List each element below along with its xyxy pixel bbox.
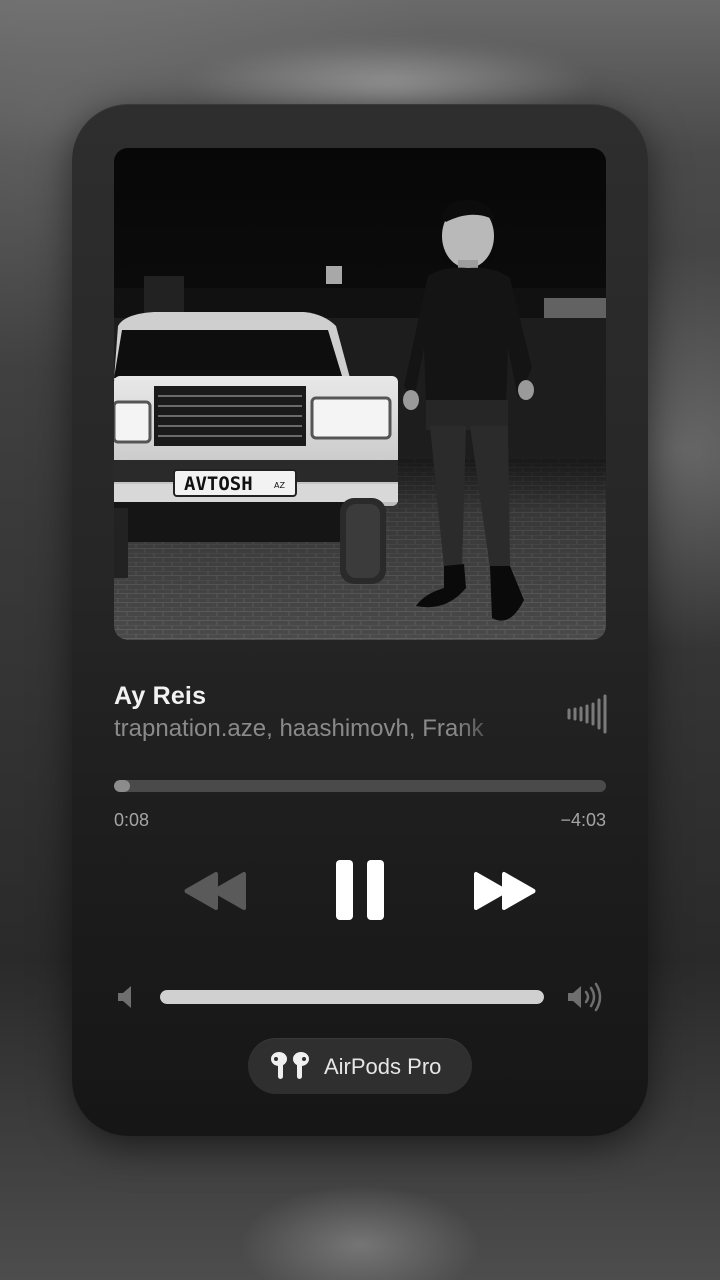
output-device-label: AirPods Pro: [324, 1054, 442, 1079]
audio-waveform-icon: [566, 694, 608, 734]
playback-progress-fill: [114, 780, 130, 792]
song-artist: trapnation.aze, haashimovh, Frank: [114, 715, 484, 742]
airpods-icon: [268, 1051, 312, 1081]
license-plate-text: AVTOSH: [184, 473, 253, 495]
pause-icon: [336, 860, 384, 920]
fast-forward-icon: [474, 872, 536, 910]
playback-scrubber[interactable]: [114, 780, 606, 792]
rewind-button[interactable]: [180, 866, 250, 916]
now-playing-card: AVTOSH AZ Ay Reis trapnation.aze, haashi…: [72, 104, 648, 1136]
time-remaining: −4:03: [560, 810, 606, 830]
speaker-high-icon: [566, 982, 606, 1012]
volume-slider[interactable]: [160, 990, 544, 1004]
fast-forward-button[interactable]: [470, 866, 540, 916]
volume-fill: [160, 990, 544, 1004]
time-elapsed: 0:08: [114, 810, 150, 830]
album-artwork[interactable]: AVTOSH AZ: [114, 148, 606, 640]
pause-button[interactable]: [332, 856, 388, 924]
rewind-icon: [184, 872, 246, 910]
output-device-button[interactable]: AirPods Pro: [248, 1038, 472, 1094]
speaker-low-icon: [116, 984, 134, 1010]
song-title: Ay Reis: [114, 682, 207, 710]
license-plate-country: AZ: [274, 481, 285, 490]
